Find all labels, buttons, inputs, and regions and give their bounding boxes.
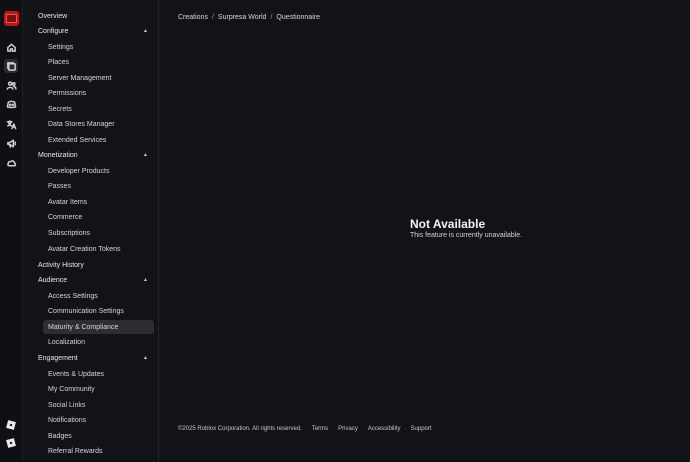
section-monetization[interactable]: Monetization ▲ <box>33 148 154 162</box>
people-icon[interactable] <box>4 78 18 92</box>
sidebar-item-localization[interactable]: Localization <box>43 335 154 349</box>
copyright-text: ©2025 Roblox Corporation. All rights res… <box>178 426 302 432</box>
home-icon[interactable] <box>4 40 18 54</box>
roblox-studio-icon[interactable] <box>5 419 17 431</box>
sidebar-item-subscriptions[interactable]: Subscriptions <box>43 226 154 240</box>
chevron-up-icon: ▲ <box>143 355 148 361</box>
sidebar-item-label: Places <box>48 58 70 66</box>
sidebar-item-avatar-items[interactable]: Avatar Items <box>43 195 154 209</box>
sidebar-item-label: Access Settings <box>48 292 98 300</box>
sidebar-item-label: Avatar Items <box>48 198 88 206</box>
section-configure[interactable]: Configure ▲ <box>33 24 154 38</box>
sidebar-item-places[interactable]: Places <box>43 55 154 69</box>
creations-icon[interactable] <box>4 59 18 73</box>
sidebar-item-extended-services[interactable]: Extended Services <box>43 133 154 147</box>
breadcrumb-separator: / <box>211 14 214 21</box>
footer-separator: · <box>332 426 335 432</box>
sidebar-item-label: Settings <box>48 43 74 51</box>
icon-rail <box>0 0 23 462</box>
sidebar-item-label: Server Management <box>48 74 112 82</box>
sidebar-item-label: Badges <box>48 432 72 440</box>
sidebar-item-settings[interactable]: Settings <box>43 40 154 54</box>
sidebar-item-access-settings[interactable]: Access Settings <box>43 289 154 303</box>
sidebar-item-data-stores-manager[interactable]: Data Stores Manager <box>43 117 154 131</box>
sidebar-item-label: Overview <box>38 12 68 20</box>
footer-link-accessibility[interactable]: Accessibility <box>368 426 401 432</box>
sidebar-item-label: Extended Services <box>48 136 107 144</box>
sidebar-item-label: Referral Rewards <box>48 447 103 455</box>
sidebar-item-permissions[interactable]: Permissions <box>43 86 154 100</box>
sidebar-item-label: Commerce <box>48 213 83 221</box>
chevron-up-icon: ▲ <box>143 28 148 34</box>
section-label: Configure <box>38 27 69 35</box>
footer-link-terms[interactable]: Terms <box>312 426 328 432</box>
breadcrumb-creations[interactable]: Creations <box>178 14 208 21</box>
chevron-up-icon: ▲ <box>143 277 148 283</box>
sidebar-item-maturity-compliance[interactable]: Maturity & Compliance <box>43 320 154 334</box>
sidebar-item-label: Localization <box>48 338 85 346</box>
chevron-up-icon: ▲ <box>143 152 148 158</box>
sidebar-item-label: Data Stores Manager <box>48 120 115 128</box>
discord-icon[interactable] <box>4 97 18 111</box>
breadcrumb-current: Questionnaire <box>276 14 320 21</box>
sidebar-item-avatar-creation-tokens[interactable]: Avatar Creation Tokens <box>43 242 154 256</box>
sidebar-item-notifications[interactable]: Notifications <box>43 413 154 427</box>
sidebar-item-communication-settings[interactable]: Communication Settings <box>43 304 154 318</box>
breadcrumb-experience[interactable]: Surpresa World <box>218 14 267 21</box>
cloud-icon[interactable] <box>4 155 18 169</box>
sidebar-item-commerce[interactable]: Commerce <box>43 210 154 224</box>
sidebar-item-label: Activity History <box>38 261 84 269</box>
page-title: Not Available <box>410 217 486 231</box>
sidebar-item-label: Subscriptions <box>48 229 91 237</box>
sidebar-item-passes[interactable]: Passes <box>43 179 154 193</box>
megaphone-icon[interactable] <box>4 136 18 150</box>
sidebar-item-events-updates[interactable]: Events & Updates <box>43 367 154 381</box>
sidebar-item-label: Developer Products <box>48 167 110 175</box>
section-label: Engagement <box>38 354 78 362</box>
footer-link-privacy[interactable]: Privacy <box>338 426 358 432</box>
sidebar-item-label: Maturity & Compliance <box>48 323 119 331</box>
sidebar-item-social-links[interactable]: Social Links <box>43 398 154 412</box>
section-audience[interactable]: Audience ▲ <box>33 273 154 287</box>
sidebar-item-label: My Community <box>48 385 95 393</box>
breadcrumb: Creations / Surpresa World / Questionnai… <box>178 14 320 21</box>
translate-icon[interactable] <box>4 117 18 131</box>
sidebar-item-developer-products[interactable]: Developer Products <box>43 164 154 178</box>
sidebar-item-activity-history[interactable]: Activity History <box>33 258 154 272</box>
roblox-icon[interactable] <box>5 437 17 449</box>
sidebar-item-referral-rewards[interactable]: Referral Rewards <box>43 444 154 458</box>
footer-link-support[interactable]: Support <box>411 426 432 432</box>
footer-separator: · <box>404 426 407 432</box>
sidebar-item-my-community[interactable]: My Community <box>43 382 154 396</box>
sidebar-item-badges[interactable]: Badges <box>43 429 154 443</box>
footer: ©2025 Roblox Corporation. All rights res… <box>178 426 432 432</box>
sidebar-item-secrets[interactable]: Secrets <box>43 102 154 116</box>
sidebar-item-label: Notifications <box>48 416 87 424</box>
footer-separator: · <box>361 426 364 432</box>
breadcrumb-separator: / <box>270 14 273 21</box>
sidebar-item-label: Events & Updates <box>48 370 105 378</box>
sidebar-item-overview[interactable]: Overview <box>33 9 154 23</box>
sidebar-item-label: Avatar Creation Tokens <box>48 245 121 253</box>
sidebar-item-label: Secrets <box>48 105 72 113</box>
experience-thumbnail[interactable] <box>4 11 19 26</box>
sidebar-nav: Overview Configure ▲ Settings Places Ser… <box>23 0 159 462</box>
sidebar-item-label: Permissions <box>48 89 87 97</box>
section-engagement[interactable]: Engagement ▲ <box>33 351 154 365</box>
section-label: Monetization <box>38 151 78 159</box>
sidebar-item-label: Communication Settings <box>48 307 124 315</box>
sidebar-item-label: Passes <box>48 182 71 190</box>
section-label: Audience <box>38 276 68 284</box>
sidebar-item-label: Social Links <box>48 401 86 409</box>
page-description: This feature is currently unavailable. <box>410 232 523 239</box>
sidebar-item-server-management[interactable]: Server Management <box>43 71 154 85</box>
